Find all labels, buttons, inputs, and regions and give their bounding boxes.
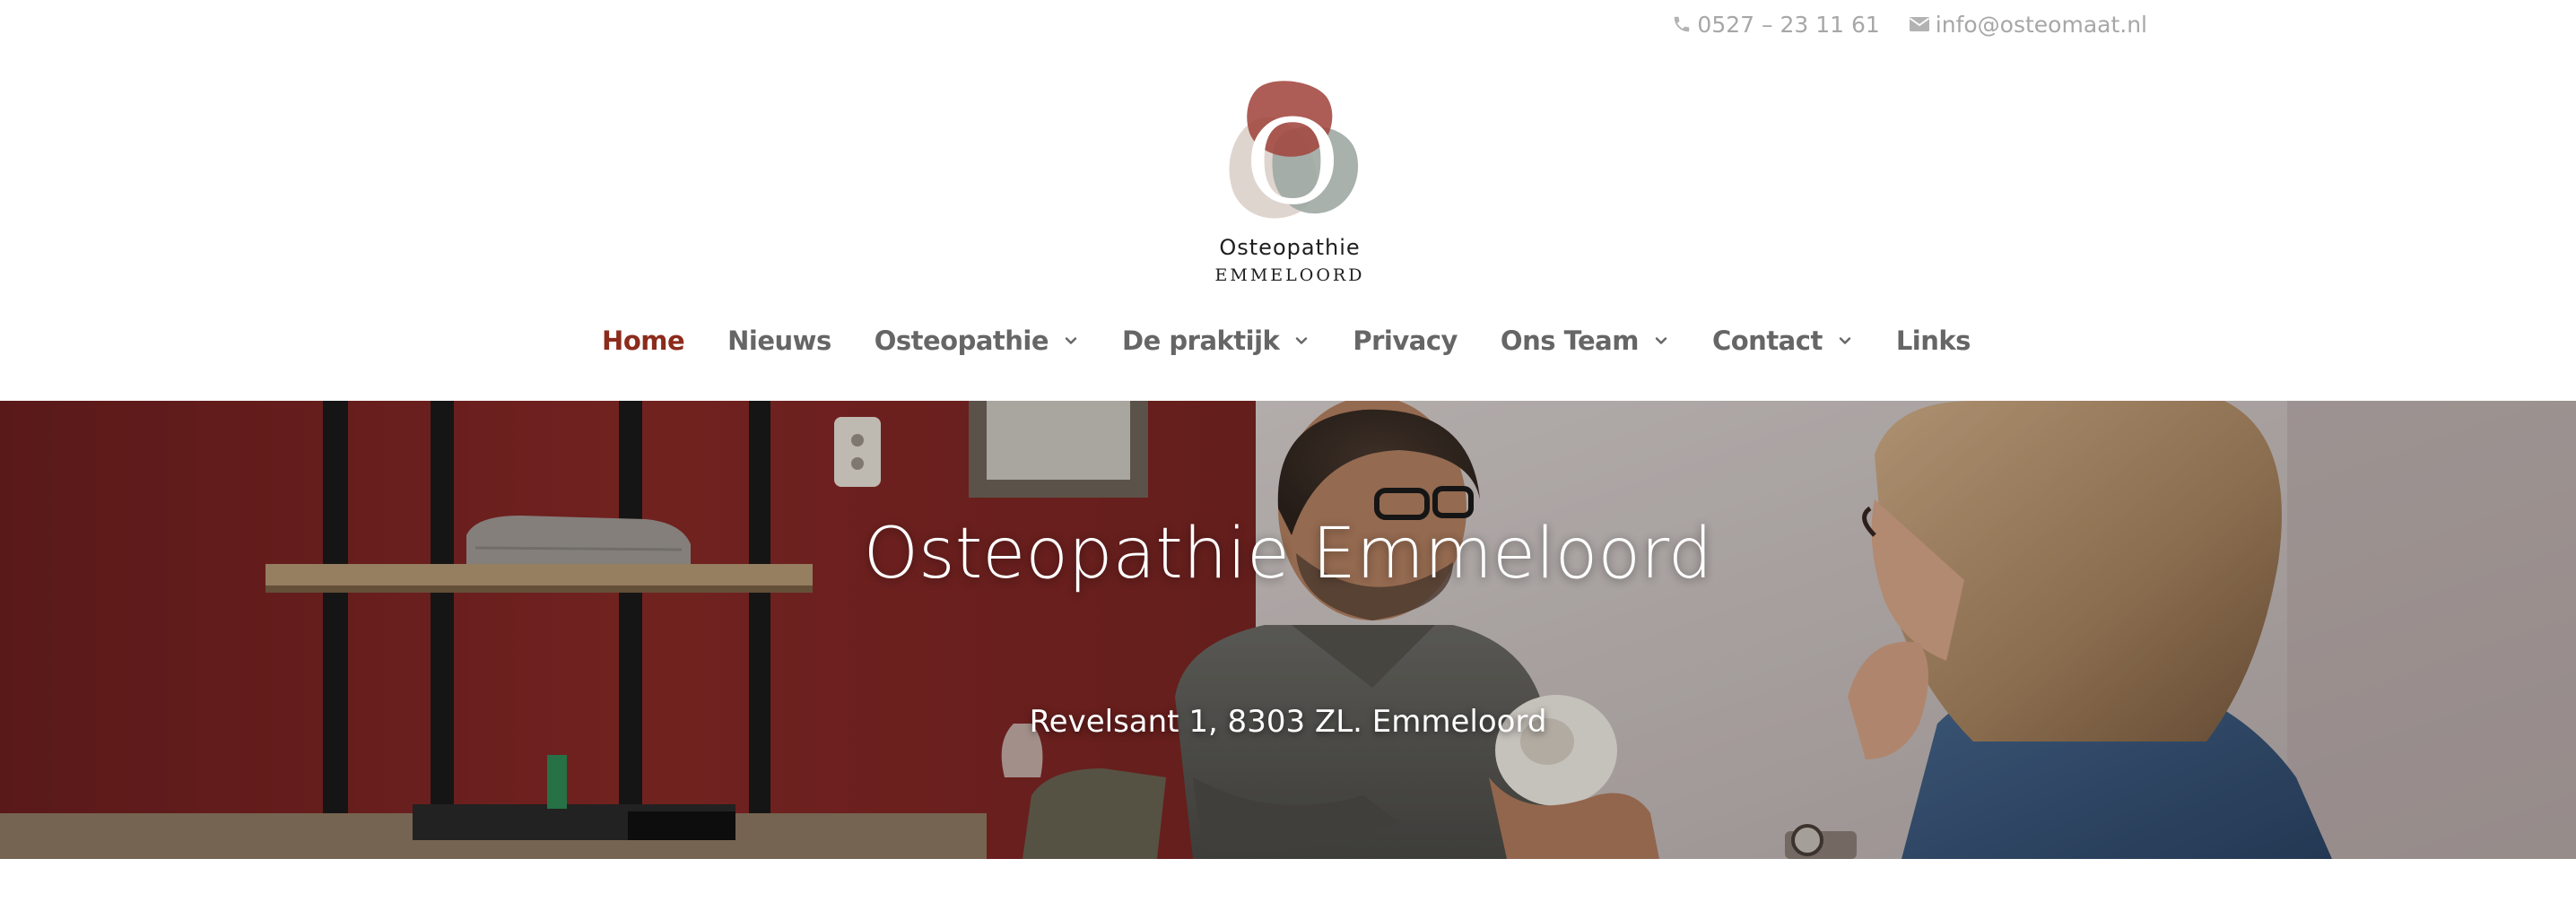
logo-mark: O: [1229, 81, 1359, 230]
nav-item-privacy[interactable]: Privacy: [1353, 325, 1458, 356]
logo-title: Osteopathie: [1219, 235, 1361, 260]
chevron-down-icon: [1655, 337, 1667, 344]
phone-number: 0527 – 23 11 61: [1697, 11, 1880, 38]
nav-item-home[interactable]: Home: [602, 325, 685, 356]
nav-label: Osteopathie: [874, 325, 1049, 356]
logo-letter: O: [1245, 94, 1341, 230]
hero-banner: Osteopathie Emmeloord Revelsant 1, 8303 …: [0, 401, 2576, 859]
nav-item-ons-team[interactable]: Ons Team: [1501, 325, 1669, 356]
main-nav: Home Nieuws Osteopathie De praktijk Priv…: [0, 316, 2576, 366]
email-address: info@osteomaat.nl: [1935, 11, 2147, 38]
nav-label: Ons Team: [1500, 325, 1640, 356]
site-logo[interactable]: O Osteopathie EMMELOORD: [1205, 79, 1375, 303]
nav-label: Links: [1895, 325, 1971, 356]
top-contact-bar: 0527 – 23 11 61 info@osteomaat.nl: [1672, 9, 2147, 39]
nav-label: Privacy: [1353, 325, 1458, 356]
email-link[interactable]: info@osteomaat.nl: [1909, 12, 2147, 38]
nav-label: De praktijk: [1122, 325, 1280, 356]
nav-item-links[interactable]: Links: [1896, 325, 1971, 356]
phone-link[interactable]: 0527 – 23 11 61: [1672, 11, 1880, 38]
nav-item-contact[interactable]: Contact: [1712, 325, 1853, 356]
hero-title: Osteopathie Emmeloord: [863, 514, 1713, 594]
nav-item-nieuws[interactable]: Nieuws: [727, 325, 831, 356]
phone-icon: [1672, 14, 1692, 34]
hero-address: Revelsant 1, 8303 ZL. Emmeloord: [1029, 704, 1547, 740]
nav-list: Home Nieuws Osteopathie De praktijk Priv…: [580, 325, 1992, 356]
nav-item-de-praktijk[interactable]: De praktijk: [1122, 325, 1310, 356]
nav-label: Contact: [1711, 325, 1823, 356]
page: 0527 – 23 11 61 info@osteomaat.nl O Oste…: [0, 0, 2576, 902]
envelope-icon: [1909, 15, 1930, 33]
nav-item-osteopathie[interactable]: Osteopathie: [875, 325, 1079, 356]
chevron-down-icon: [1296, 337, 1308, 344]
nav-label: Nieuws: [727, 325, 831, 356]
logo-subtitle: EMMELOORD: [1214, 265, 1365, 285]
hero-overlay: [0, 401, 2576, 859]
nav-label: Home: [602, 325, 685, 356]
chevron-down-icon: [1839, 337, 1851, 344]
chevron-down-icon: [1065, 337, 1077, 344]
